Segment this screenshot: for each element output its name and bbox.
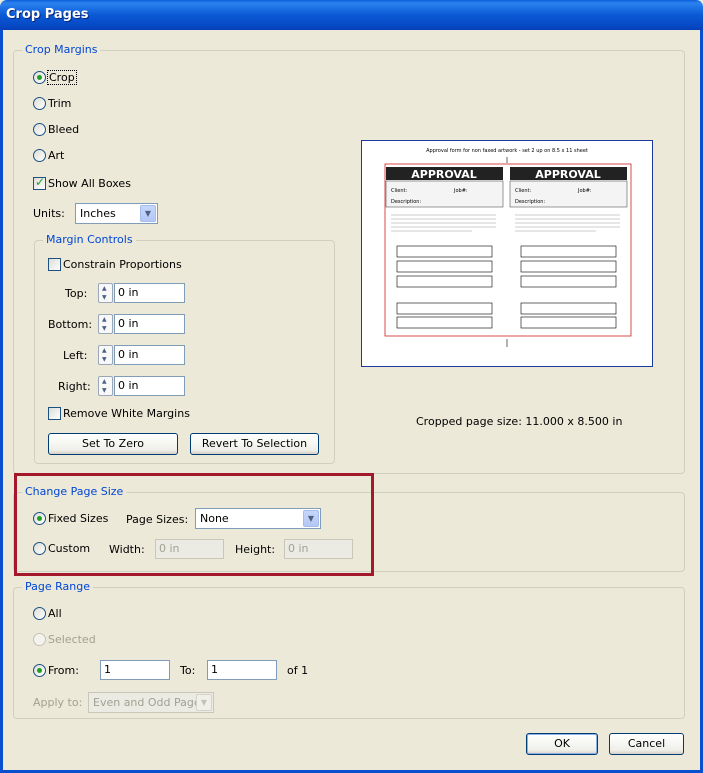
set-to-zero-button[interactable]: Set To Zero [48,433,178,455]
selected-pages-label[interactable]: Selected [48,633,96,646]
page-preview-thumbnail: Approval form for non faxed artwork - se… [384,148,632,347]
highlight-box [14,473,374,576]
bleed-label[interactable]: Bleed [48,123,79,136]
to-page-input[interactable]: 1 [207,660,277,680]
constrain-proportions-label[interactable]: Constrain Proportions [63,258,182,271]
top-label: Top: [65,287,88,300]
crop-label[interactable]: Crop [47,70,77,85]
svg-text:Description:: Description: [391,199,421,205]
apply-to-value: Even and Odd Pages [93,696,207,709]
bottom-label: Bottom: [48,318,93,331]
approval-form-right: APPROVAL Client: Job#: Description: [509,167,628,329]
trim-radio[interactable] [33,97,46,110]
crop-margins-legend: Crop Margins [22,43,101,56]
from-page-input[interactable]: 1 [100,660,170,680]
right-margin-input[interactable]: 0 in [114,376,185,396]
cropped-page-size: Cropped page size: 11.000 x 8.500 in [416,415,623,428]
remove-white-margins-label[interactable]: Remove White Margins [63,407,190,420]
margin-controls-legend: Margin Controls [43,233,136,246]
units-select[interactable]: Inches ▼ [75,203,158,224]
left-label: Left: [63,349,88,362]
selected-pages-radio[interactable] [33,633,46,646]
units-label: Units: [33,207,65,220]
constrain-proportions-checkbox[interactable] [48,258,61,271]
chevron-down-icon[interactable]: ▼ [140,205,156,222]
left-margin-input[interactable]: 0 in [114,345,185,365]
all-pages-label[interactable]: All [48,607,62,620]
right-spinner[interactable]: ▲ ▼ [98,376,113,396]
bottom-spinner[interactable]: ▲ ▼ [98,314,113,334]
left-spinner[interactable]: ▲ ▼ [98,345,113,365]
svg-text:Client:: Client: [391,188,407,194]
art-radio[interactable] [33,149,46,162]
art-label[interactable]: Art [48,149,64,162]
approval-form-left: APPROVAL Client: Job#: Description: [385,167,504,329]
page-range-legend: Page Range [22,580,93,593]
ok-button[interactable]: OK [526,733,598,755]
svg-text:Job#:: Job#: [453,188,468,194]
units-value: Inches [80,207,116,220]
title-bar: Crop Pages [0,0,703,30]
to-label: To: [180,664,196,677]
chevron-down-icon[interactable]: ▼ [196,694,212,711]
bottom-margin-input[interactable]: 0 in [114,314,185,334]
top-spinner[interactable]: ▲ ▼ [98,283,113,303]
apply-to-select[interactable]: Even and Odd Pages ▼ [88,692,214,713]
from-radio[interactable] [33,664,46,677]
page-preview: Approval form for non faxed artwork - se… [361,140,653,367]
preview-heading: Approval form for non faxed artwork - se… [426,148,588,154]
cancel-button[interactable]: Cancel [609,733,684,755]
top-margin-input[interactable]: 0 in [114,283,185,303]
svg-text:APPROVAL: APPROVAL [535,168,600,181]
show-all-boxes-label[interactable]: Show All Boxes [48,177,131,190]
svg-text:Job#:: Job#: [577,188,592,194]
crop-radio[interactable] [33,71,46,84]
all-pages-radio[interactable] [33,607,46,620]
svg-text:Description:: Description: [515,199,545,205]
svg-text:APPROVAL: APPROVAL [411,168,476,181]
trim-label[interactable]: Trim [48,97,71,110]
right-label: Right: [58,380,91,393]
from-label[interactable]: From: [48,664,79,677]
svg-text:Client:: Client: [515,188,531,194]
apply-to-label: Apply to: [33,696,83,709]
window-title: Crop Pages [6,7,89,22]
bleed-radio[interactable] [33,123,46,136]
remove-white-margins-checkbox[interactable] [48,407,61,420]
page-count: of 1 [287,664,309,677]
revert-to-selection-button[interactable]: Revert To Selection [190,433,319,455]
show-all-boxes-checkbox[interactable] [33,175,46,190]
